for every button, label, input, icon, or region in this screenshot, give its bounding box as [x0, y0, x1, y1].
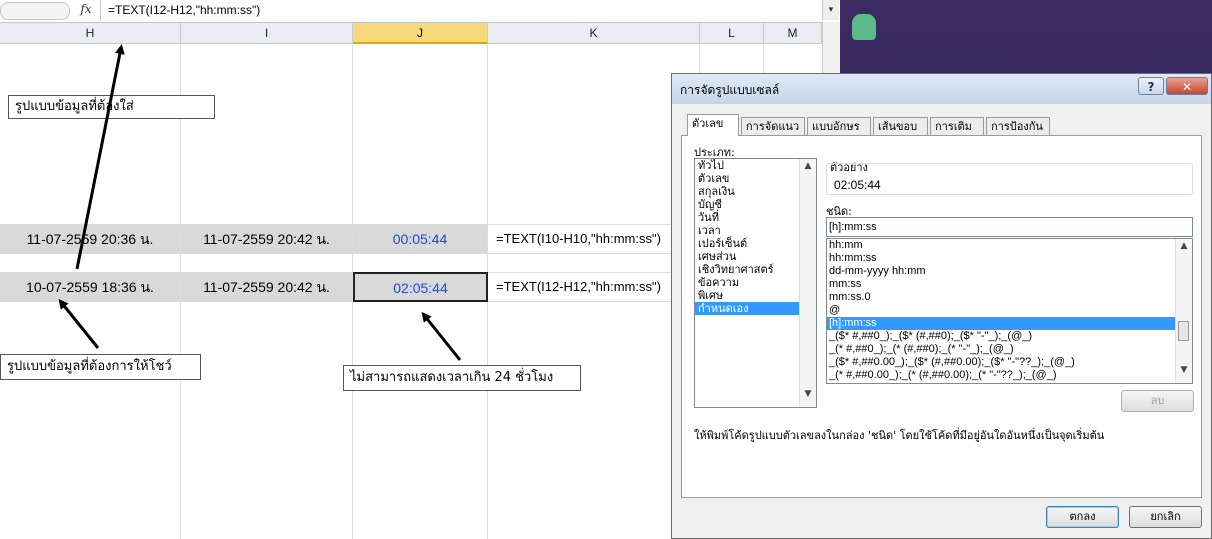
category-item[interactable]: เศษส่วน [695, 250, 816, 263]
scroll-up-icon[interactable]: ▲ [800, 161, 816, 171]
format-code-list[interactable]: hh:mm hh:mm:ss dd-mm-yyyy hh:mm mm:ss mm… [826, 238, 1193, 384]
category-item-selected[interactable]: กำหนดเอง [695, 302, 816, 315]
format-code-item[interactable]: mm:ss [827, 278, 1177, 291]
type-input[interactable]: [h]:mm:ss [826, 217, 1193, 237]
delete-button[interactable]: ลบ [1121, 390, 1194, 412]
arrow-to-cell-j12 [421, 311, 462, 361]
sample-value: 02:05:44 [834, 178, 881, 192]
character-icon [852, 14, 876, 40]
category-item[interactable]: เชิงวิทยาศาสตร์ [695, 263, 816, 276]
category-item[interactable]: เปอร์เซ็นต์ [695, 237, 816, 250]
tab-number[interactable]: ตัวเลข [687, 114, 739, 136]
column-header-l[interactable]: L [700, 23, 764, 44]
arrow-to-cell-h12 [58, 298, 100, 349]
category-item[interactable]: พิเศษ [695, 289, 816, 302]
format-code-item-selected[interactable]: [h]:mm:ss [827, 317, 1177, 330]
category-item[interactable]: วันที่ [695, 211, 816, 224]
category-list[interactable]: ทั่วไป ตัวเลข สกุลเงิน บัญชี วันที่ เวลา… [694, 158, 817, 408]
scroll-thumb[interactable] [1178, 321, 1189, 341]
cancel-button[interactable]: ยกเลิก [1129, 506, 1202, 528]
format-code-item[interactable]: dd-mm-yyyy hh:mm [827, 265, 1177, 278]
scroll-down-icon[interactable]: ▼ [1176, 365, 1192, 375]
format-code-item[interactable]: hh:mm:ss [827, 252, 1177, 265]
category-item[interactable]: ทั่วไป [695, 159, 816, 172]
tab-fill[interactable]: การเติม [930, 117, 984, 135]
category-item[interactable]: บัญชี [695, 198, 816, 211]
tab-alignment[interactable]: การจัดแนว [741, 117, 805, 135]
format-code-item[interactable]: _($* #,##0_);_($* (#,##0);_($* "-"_);_(@… [827, 330, 1177, 343]
ok-button[interactable]: ตกลง [1046, 506, 1119, 528]
tab-font[interactable]: แบบอักษร [807, 117, 871, 135]
column-header-m[interactable]: M [764, 23, 822, 44]
format-code-item[interactable]: _(* #,##0_);_(* (#,##0);_(* "-"_);_(@_) [827, 343, 1177, 356]
category-scrollbar[interactable]: ▲ ▼ [799, 159, 816, 407]
tab-protection[interactable]: การป้องกัน [986, 117, 1050, 135]
format-description: ให้พิมพ์โค้ดรูปแบบตัวเลขลงในกล่อง 'ชนิด'… [694, 429, 1105, 442]
tab-border[interactable]: เส้นขอบ [873, 117, 928, 135]
category-item[interactable]: ตัวเลข [695, 172, 816, 185]
formula-expand-button[interactable]: ▾ [822, 0, 839, 20]
category-item[interactable]: ข้อความ [695, 276, 816, 289]
annotation-arrows [58, 44, 462, 361]
format-code-item[interactable]: _($* #,##0.00_);_($* (#,##0.00);_($* "-"… [827, 356, 1177, 369]
format-list-scrollbar[interactable]: ▲ ▼ [1175, 239, 1192, 383]
dialog-title: การจัดรูปแบบเซลล์ [680, 83, 780, 97]
format-code-item[interactable]: hh:mm [827, 239, 1177, 252]
arrow-to-column-h [75, 44, 125, 270]
sample-box [826, 163, 1193, 195]
format-code-item[interactable]: mm:ss.0 [827, 291, 1177, 304]
scroll-down-icon[interactable]: ▼ [800, 389, 816, 399]
format-code-item[interactable]: @ [827, 304, 1177, 317]
format-cells-dialog: การจัดรูปแบบเซลล์ ? ✕ ตัวเลข การจัดแนว แ… [671, 73, 1212, 539]
category-item[interactable]: สกุลเงิน [695, 185, 816, 198]
scroll-up-icon[interactable]: ▲ [1176, 241, 1192, 251]
category-item[interactable]: เวลา [695, 224, 816, 237]
help-button[interactable]: ? [1138, 77, 1164, 95]
close-icon[interactable]: ✕ [1166, 77, 1208, 95]
format-code-item[interactable]: _(* #,##0.00_);_(* (#,##0.00);_(* "-"??_… [827, 369, 1177, 382]
